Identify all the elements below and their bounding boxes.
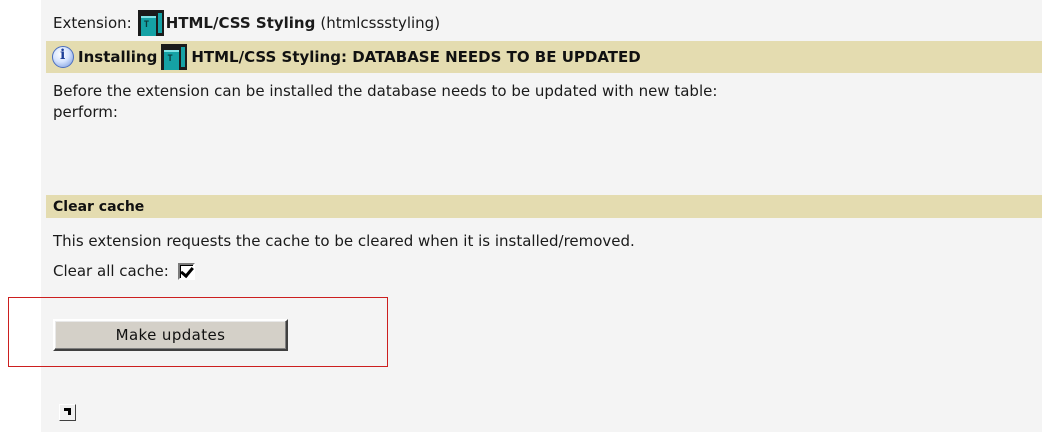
extension-label: Extension:: [53, 14, 132, 32]
install-prefix: Installing: [78, 48, 158, 66]
install-title: HTML/CSS Styling: DATABASE NEEDS TO BE U…: [191, 48, 641, 66]
arrow-up-right-icon[interactable]: [59, 404, 76, 421]
clear-cache-row: Clear all cache:: [53, 262, 195, 280]
clear-cache-label: Clear all cache:: [53, 262, 169, 280]
clear-cache-header: Clear cache: [46, 195, 1042, 218]
install-message-line-2: perform:: [53, 103, 118, 121]
make-updates-button[interactable]: Make updates: [53, 319, 288, 351]
info-icon: [52, 46, 74, 68]
content-panel: Extension: T HTML/CSS Styling (htmlcssst…: [41, 0, 1042, 432]
extension-line: Extension: T HTML/CSS Styling (htmlcssst…: [53, 10, 440, 36]
install-header: Installing T HTML/CSS Styling: DATABASE …: [46, 41, 1042, 73]
extension-key: (htmlcssstyling): [320, 14, 441, 32]
clear-cache-checkbox[interactable]: [177, 262, 195, 280]
install-message-line-1: Before the extension can be installed th…: [53, 82, 718, 100]
extension-icon: T: [161, 44, 188, 70]
extension-icon: T: [137, 10, 164, 36]
clear-cache-description: This extension requests the cache to be …: [53, 232, 635, 250]
extension-title: HTML/CSS Styling: [165, 14, 316, 32]
